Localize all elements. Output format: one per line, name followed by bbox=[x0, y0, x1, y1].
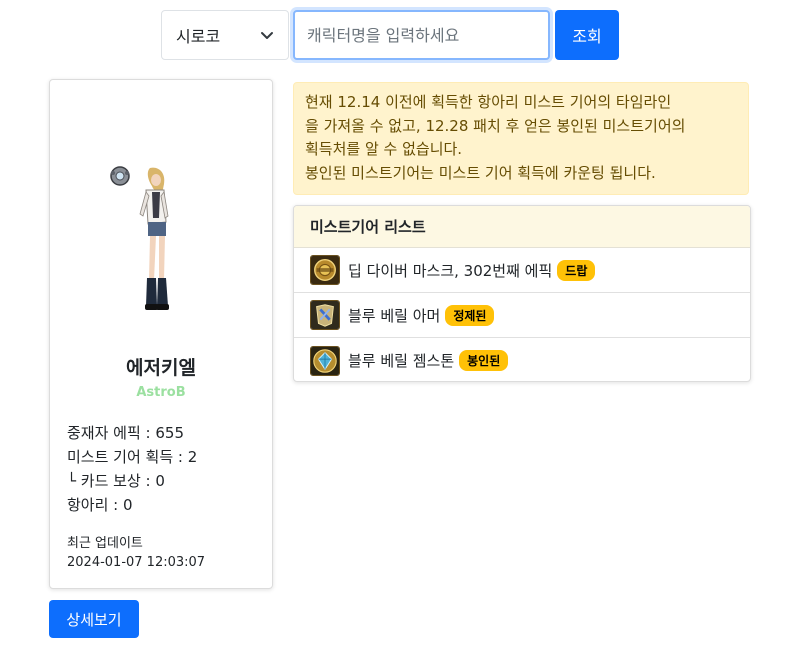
notice-line: 을 가져올 수 없고, 12.28 패치 후 얻은 봉인된 미스트기어의 bbox=[305, 116, 686, 135]
last-update-timestamp: 2024-01-07 12:03:07 bbox=[67, 555, 206, 570]
list-item: 딥 다이버 마스크, 302번째 에픽 드랍 bbox=[294, 248, 750, 293]
gear-name: 딥 다이버 마스크, 302번째 에픽 bbox=[348, 261, 553, 280]
card-reward-count-stat: └ 카드 보상 : 0 bbox=[67, 472, 165, 490]
armor-icon bbox=[310, 300, 340, 330]
mask-icon bbox=[310, 255, 340, 285]
character-name-input[interactable] bbox=[293, 10, 550, 60]
list-item: 블루 베릴 젬스톤 봉인된 bbox=[294, 338, 750, 381]
chevron-down-icon bbox=[261, 32, 273, 39]
server-select[interactable]: 시로코 bbox=[161, 10, 289, 60]
gear-name: 블루 베릴 젬스톤 bbox=[348, 352, 455, 370]
gemstone-icon bbox=[310, 345, 340, 376]
notice-line: 봉인된 미스트기어는 미스트 기어 획득에 카운팅 됩니다. bbox=[305, 163, 656, 182]
mist-gear-list: 미스트기어 리스트 딥 다이버 마스크, 302번째 에픽 드랍 블루 베릴 아… bbox=[293, 205, 751, 382]
server-select-value: 시로코 bbox=[176, 27, 221, 46]
list-item: 블루 베릴 아머 정제된 bbox=[294, 293, 750, 338]
source-badge: 봉인된 bbox=[459, 350, 509, 371]
gear-name: 블루 베릴 아머 bbox=[348, 306, 441, 325]
search-button[interactable]: 조회 bbox=[555, 10, 619, 60]
jar-count-stat: 항아리 : 0 bbox=[67, 496, 133, 514]
notice-line: 현재 12.14 이전에 획득한 항아리 미스트 기어의 타임라인 bbox=[305, 93, 672, 111]
source-badge: 드랍 bbox=[557, 259, 596, 281]
character-name: 에저키엘 bbox=[126, 357, 196, 379]
mist-gear-list-title: 미스트기어 리스트 bbox=[294, 206, 750, 248]
source-badge: 정제된 bbox=[445, 304, 495, 326]
character-card: 에저키엘 AstroB 중재자 에픽 : 655 미스트 기어 획득 : 2 └… bbox=[49, 79, 273, 589]
last-update-label: 최근 업데이트 bbox=[67, 536, 143, 551]
character-avatar bbox=[110, 166, 169, 310]
epic-count-stat: 중재자 에픽 : 655 bbox=[67, 424, 184, 442]
mist-gear-count-stat: 미스트 기어 획득 : 2 bbox=[67, 448, 198, 466]
notice-alert: 현재 12.14 이전에 획득한 항아리 미스트 기어의 타임라인 을 가져올 … bbox=[293, 82, 749, 195]
guild-name: AstroB bbox=[136, 385, 186, 400]
notice-line: 획득처를 알 수 없습니다. bbox=[305, 140, 463, 158]
view-details-button[interactable]: 상세보기 bbox=[49, 600, 139, 638]
